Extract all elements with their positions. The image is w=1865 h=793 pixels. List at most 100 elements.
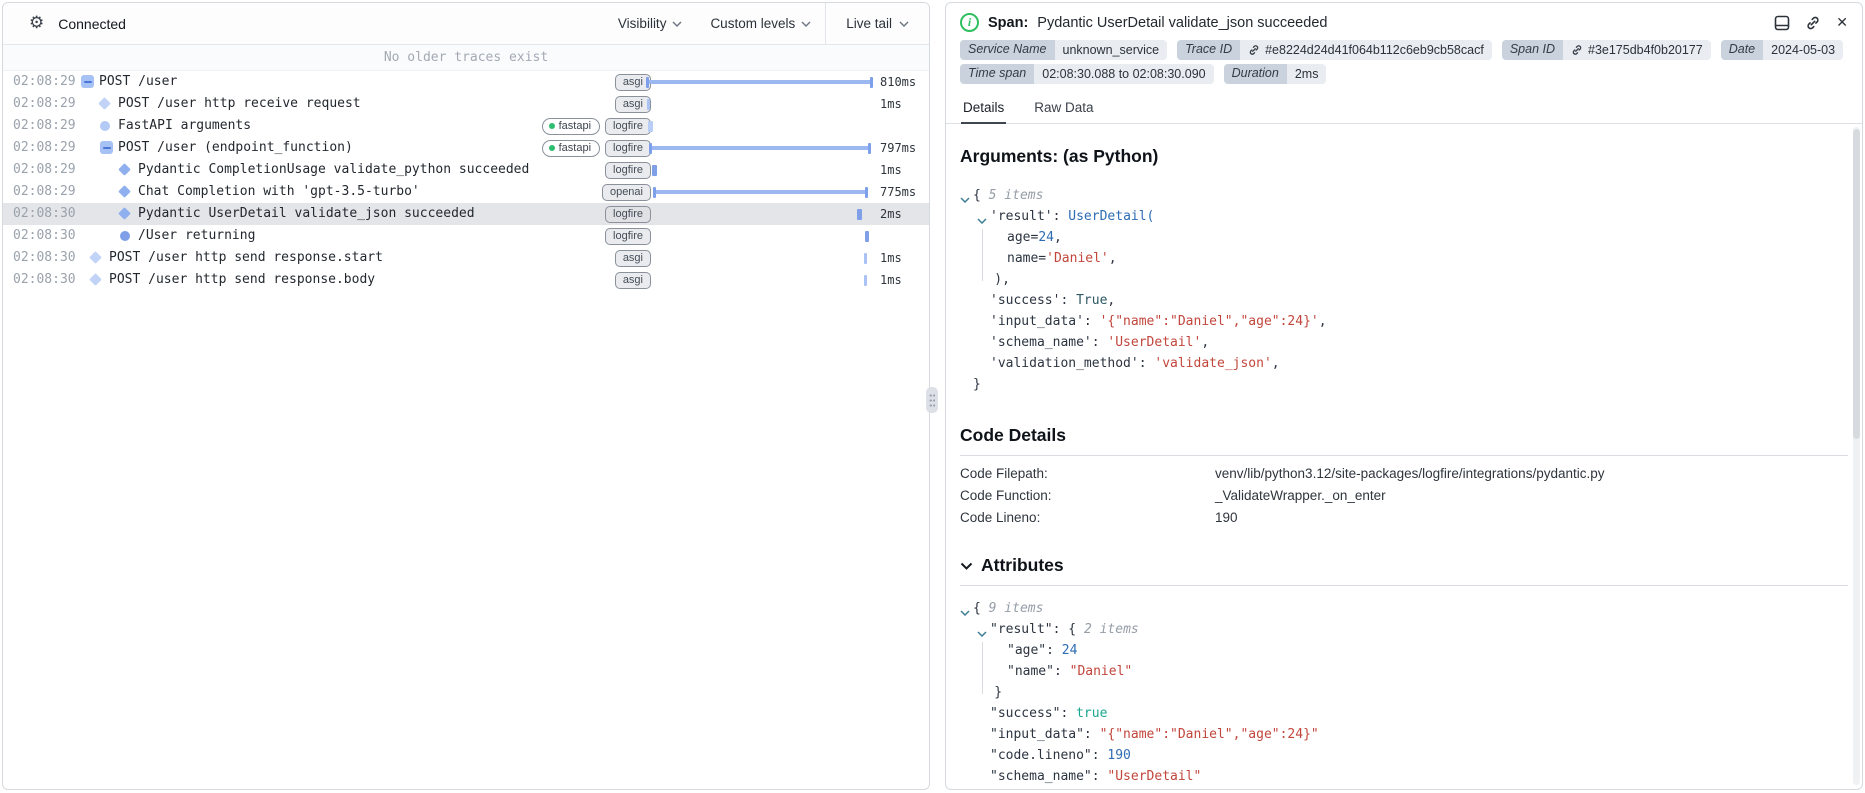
duration-track — [646, 71, 875, 93]
diamond-icon — [118, 163, 131, 176]
trace-row[interactable]: 02:08:29 POST /user http receive request a… — [3, 93, 929, 115]
duration-bar — [652, 164, 657, 176]
trace-row[interactable]: 02:08:30 POST /user http send response.st… — [3, 247, 929, 269]
custom-levels-dropdown[interactable]: Custom levels — [696, 16, 825, 31]
trace-explorer-panel: ⚙ Connected Visibility Custom levels Liv… — [2, 2, 930, 790]
tag-badge: logfire — [605, 227, 651, 245]
duration-label: 1ms — [880, 273, 902, 287]
link-icon[interactable] — [1805, 15, 1821, 31]
meta-badge-value[interactable]: #e8224d24d41f064b112c6eb9cb58cacf — [1240, 40, 1492, 60]
panel-resize-handle[interactable] — [926, 387, 938, 413]
duration-label: 775ms — [880, 185, 917, 199]
duration-track — [646, 181, 875, 203]
span-name: FastAPI arguments — [118, 118, 252, 133]
chevron-down-icon — [672, 21, 682, 27]
code-line: name='Daniel', — [1007, 251, 1117, 266]
trace-row[interactable]: 02:08:29 Pydantic CompletionUsage validat… — [3, 159, 929, 181]
custom-levels-label: Custom levels — [710, 16, 796, 31]
meta-badge-label: Date — [1720, 40, 1764, 60]
code-details-heading: Code Details — [960, 425, 1066, 445]
duration-bar — [865, 230, 869, 242]
tag-badge: logfire — [605, 205, 651, 223]
visibility-dropdown[interactable]: Visibility — [604, 16, 697, 31]
trace-row[interactable]: 02:08:29 POST /user (endpoint_function) fa… — [3, 137, 929, 159]
duration-label: 797ms — [880, 141, 917, 155]
chevron-down-icon — [801, 21, 811, 27]
tag-badge: logfire — [605, 139, 651, 157]
duration-bar — [864, 252, 867, 264]
trace-timestamp: 02:08:29 — [13, 184, 76, 199]
span-name: POST /user http receive request — [118, 96, 361, 111]
row-badges: fastapi logfire — [541, 117, 651, 135]
tab-details[interactable]: Details — [961, 94, 1007, 124]
trace-timestamp: 02:08:30 — [13, 228, 76, 243]
drag-dots-icon — [929, 393, 935, 407]
arguments-heading: Arguments: (as Python) — [960, 146, 1159, 166]
trace-row[interactable]: 02:08:30/User returning logfire — [3, 225, 929, 247]
duration-bar — [864, 274, 867, 286]
code-line: "age": 24 — [1007, 643, 1078, 658]
attributes-heading-label: Attributes — [981, 555, 1064, 575]
code-line: "input_data": "{"name":"Daniel","age":24… — [990, 727, 1319, 742]
toggle-icon[interactable] — [81, 75, 94, 88]
code-line: } — [994, 685, 1003, 700]
trace-row[interactable]: 02:08:29 Chat Completion with 'gpt-3.5-tu… — [3, 181, 929, 203]
scope-badge: fastapi — [541, 117, 601, 135]
code-line: 'success': True, — [990, 293, 1116, 308]
meta-badge-value: unknown_service — [1054, 40, 1168, 60]
diamond-light-icon — [89, 273, 102, 286]
trace-timestamp: 02:08:29 — [13, 140, 76, 155]
scrollbar-thumb[interactable] — [1853, 129, 1860, 439]
span-details-panel: i Span: Pydantic UserDetail validate_jso… — [945, 2, 1863, 790]
scrollbar[interactable] — [1853, 127, 1860, 785]
meta-badge: Span ID #3e175db4f0b20177 — [1501, 40, 1711, 60]
live-tail-dropdown[interactable]: Live tail — [825, 3, 929, 44]
row-badges: fastapi logfire — [541, 139, 651, 157]
code-line: "success": true — [990, 706, 1108, 721]
close-icon[interactable]: ✕ — [1836, 16, 1848, 30]
row-badges: logfire — [605, 227, 651, 245]
span-name: Chat Completion with 'gpt-3.5-turbo' — [138, 184, 420, 199]
trace-row[interactable]: 02:08:29 FastAPI arguments fastapi logfire — [3, 115, 929, 137]
meta-row: Time span 02:08:30.088 to 02:08:30.090 Dur… — [960, 64, 1848, 84]
span-kind-label: Span: — [988, 14, 1029, 31]
code-detail-label: Code Filepath: — [960, 466, 1048, 481]
trace-row[interactable]: 02:08:30 POST /user http send response.bo… — [3, 269, 929, 291]
tag-badge: logfire — [605, 117, 651, 135]
code-line: "code.lineno": 190 — [990, 748, 1131, 763]
arguments-python-tree: { 5 items'result': UserDetail(age=24, nam… — [960, 185, 1848, 395]
tab-raw-data[interactable]: Raw Data — [1032, 94, 1095, 124]
duration-track — [646, 269, 875, 291]
divider — [960, 455, 1848, 456]
code-line: } — [973, 377, 981, 392]
bar-cap — [865, 186, 868, 198]
bar-cap — [870, 76, 873, 88]
connection-status: Connected — [58, 15, 126, 32]
dock-panel-icon[interactable] — [1774, 15, 1790, 31]
span-name: Pydantic UserDetail validate_json succee… — [138, 206, 475, 221]
chevron-down-icon — [960, 562, 973, 570]
gear-icon[interactable]: ⚙ — [29, 15, 44, 32]
code-line: 'input_data': '{"name":"Daniel","age":24… — [990, 314, 1327, 329]
duration-label: 2ms — [880, 207, 902, 221]
code-line: { 5 items — [960, 185, 1848, 206]
trace-row[interactable]: 02:08:29 POST /user asgi 810ms — [3, 71, 929, 93]
trace-row[interactable]: 02:08:30 Pydantic UserDetail validate_jso… — [3, 203, 929, 225]
toggle-icon[interactable] — [100, 141, 113, 154]
duration-bar — [857, 208, 862, 220]
live-tail-label: Live tail — [846, 16, 892, 31]
attributes-heading[interactable]: Attributes — [960, 555, 1848, 576]
diamond-icon — [118, 185, 131, 198]
divider — [960, 585, 1848, 586]
no-older-traces-banner: No older traces exist — [3, 45, 929, 71]
meta-badge-value[interactable]: #3e175db4f0b20177 — [1563, 40, 1711, 60]
duration-track — [646, 115, 875, 137]
code-detail-value: venv/lib/python3.12/site-packages/logfir… — [1215, 466, 1605, 481]
span-name: POST /user http send response.start — [109, 250, 383, 265]
tag-badge: openai — [601, 183, 651, 201]
scope-badge: fastapi — [541, 139, 601, 157]
meta-badge-label: Duration — [1223, 64, 1287, 84]
meta-badge-value: 02:08:30.088 to 02:08:30.090 — [1034, 64, 1214, 84]
indent-guide — [982, 642, 983, 694]
span-name: POST /user — [99, 74, 178, 89]
